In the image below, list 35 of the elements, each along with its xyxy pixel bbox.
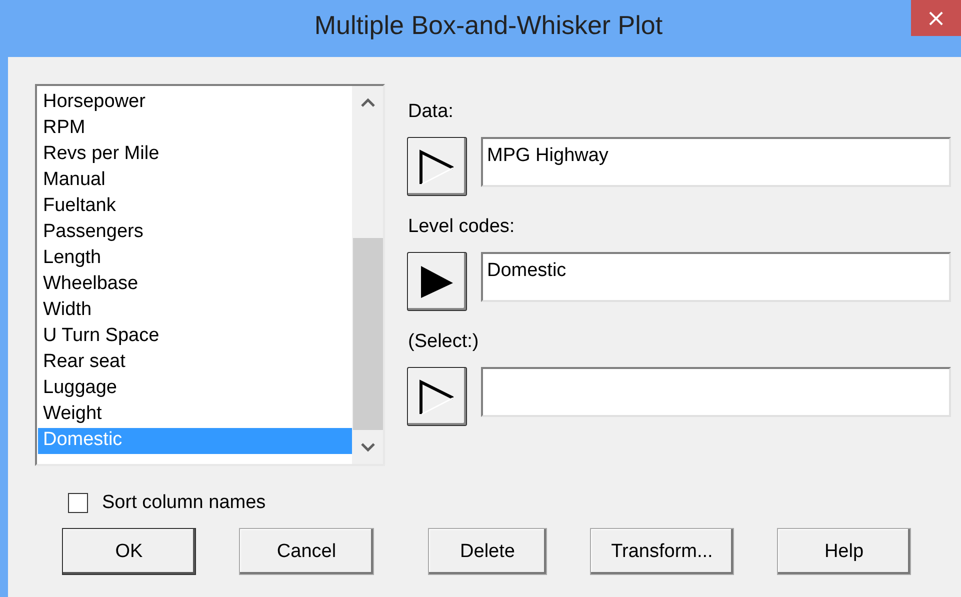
list-item[interactable]: Horsepower xyxy=(38,90,352,116)
list-item[interactable]: Fueltank xyxy=(38,194,352,220)
list-item[interactable]: Wheelbase xyxy=(38,272,352,298)
close-button[interactable]: × xyxy=(911,0,961,36)
input-field[interactable] xyxy=(481,367,951,417)
outline-arrow-button[interactable] xyxy=(407,367,467,426)
input-field[interactable]: Domestic xyxy=(481,252,951,302)
dialog-button[interactable]: OK xyxy=(62,528,196,575)
field-label: (Select:) xyxy=(408,330,479,354)
list-item[interactable]: Weight xyxy=(38,402,352,428)
scroll-thumb[interactable] xyxy=(352,238,382,430)
field-label: Level codes: xyxy=(408,215,515,239)
scroll-down-icon[interactable] xyxy=(360,440,376,454)
dialog-button[interactable]: Delete xyxy=(428,528,547,575)
list-item[interactable]: Revs per Mile xyxy=(38,142,352,168)
variable-list[interactable]: Horsepower RPM Revs per Mile Manual Fueltank Passengers Length Wheelbase Width U Turn Space Rear seat Luggage Weight Domestic xyxy=(35,84,385,466)
dialog-button[interactable]: Help xyxy=(777,528,911,575)
list-item[interactable]: Luggage xyxy=(38,376,352,402)
dialog-button[interactable]: Cancel xyxy=(239,528,374,575)
checkbox-label: Sort column names xyxy=(102,492,266,514)
list-item[interactable]: RPM xyxy=(38,116,352,142)
field-label: Data: xyxy=(408,100,454,124)
dialog-button[interactable]: Transform... xyxy=(590,528,734,575)
filled-arrow-button[interactable] xyxy=(407,252,467,311)
list-item[interactable]: Length xyxy=(38,246,352,272)
list-item[interactable]: U Turn Space xyxy=(38,324,352,350)
list-item[interactable]: Manual xyxy=(38,168,352,194)
input-field[interactable]: MPG Highway xyxy=(481,137,951,187)
list-item[interactable]: Passengers xyxy=(38,220,352,246)
window-title: Multiple Box-and-Whisker Plot xyxy=(313,10,663,41)
list-item[interactable]: Width xyxy=(38,298,352,324)
list-item[interactable]: Rear seat xyxy=(38,350,352,376)
checkbox[interactable] xyxy=(68,492,88,512)
outline-arrow-button[interactable] xyxy=(407,137,467,196)
scrollbar[interactable] xyxy=(352,86,383,464)
